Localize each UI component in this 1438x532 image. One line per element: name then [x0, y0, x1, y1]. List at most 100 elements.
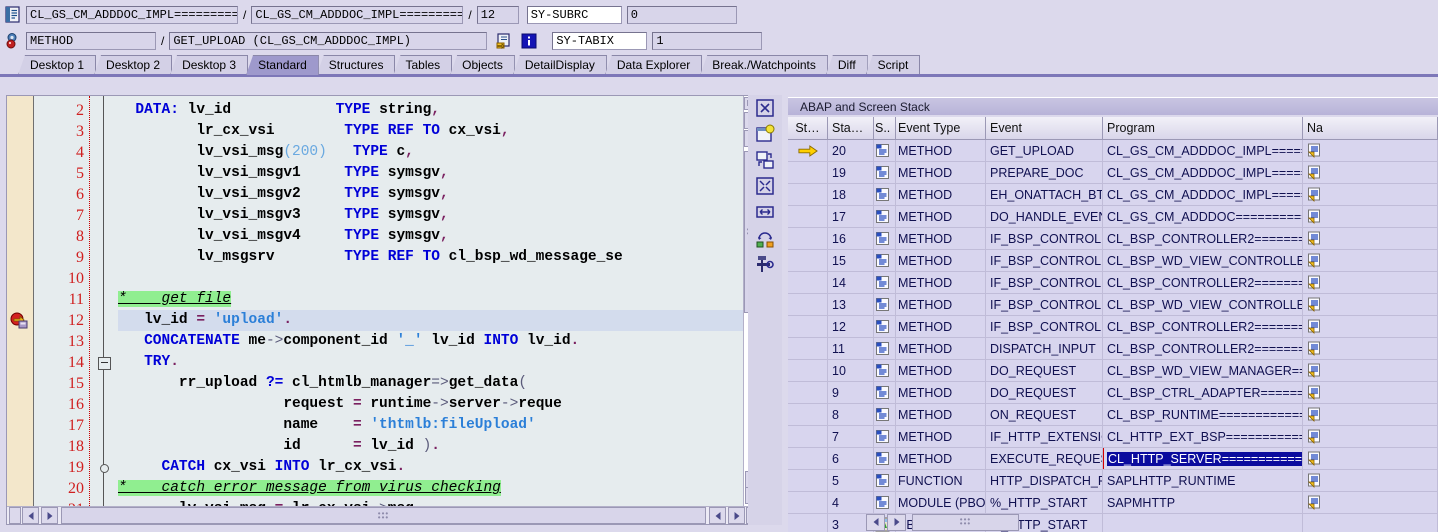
- stack-column-header[interactable]: Event Type: [896, 117, 986, 139]
- code-line[interactable]: lv_vsi_msgv2 TYPE symsgv,: [118, 184, 448, 205]
- resize-width-icon[interactable]: [754, 201, 776, 223]
- stack-navigate-icon[interactable]: [1303, 426, 1438, 447]
- tab-desktop-3[interactable]: Desktop 3: [170, 55, 249, 75]
- stack-column-header[interactable]: Na: [1303, 117, 1438, 139]
- stack-navigate-icon[interactable]: [1303, 338, 1438, 359]
- code-line[interactable]: name = 'thtmlb:fileUpload': [118, 415, 535, 436]
- new-window-icon[interactable]: [754, 123, 776, 145]
- hscroll-right-button[interactable]: [41, 507, 58, 524]
- stack-table-row[interactable]: 20 METHOD GET_UPLOAD CL_GS_CM_ADDDOC_IMPL=…: [788, 140, 1438, 162]
- stack-program-name[interactable]: CL_GS_CM_ADDDOC_IMPL=========CP: [1103, 140, 1303, 161]
- tab-objects[interactable]: Objects: [450, 55, 515, 75]
- stack-navigate-icon[interactable]: [1303, 470, 1438, 491]
- stack-table-row[interactable]: 10 METHOD DO_REQUEST CL_BSP_WD_VIEW_MANAGE…: [788, 360, 1438, 382]
- fold-end-dot[interactable]: [100, 464, 109, 473]
- stack-program-name[interactable]: CL_BSP_CTRL_ADAPTER==========CP: [1103, 382, 1303, 403]
- hscroll-left-button-2[interactable]: [709, 507, 726, 524]
- code-line[interactable]: id = lv_id ).: [118, 436, 440, 457]
- stack-program-name[interactable]: CL_BSP_CONTROLLER2==========CP: [1103, 228, 1303, 249]
- stack-program-name[interactable]: CL_GS_CM_ADDDOC_IMPL=========CP: [1103, 184, 1303, 205]
- tab-standard[interactable]: Standard: [246, 55, 319, 75]
- include-name-field[interactable]: CL_GS_CM_ADDDOC_IMPL=========…: [251, 5, 464, 24]
- code-line[interactable]: lv_vsi_msg(200) TYPE c,: [118, 142, 414, 163]
- code-line[interactable]: request = runtime->server->reque: [118, 394, 562, 415]
- tab-script[interactable]: Script: [865, 55, 921, 75]
- code-line[interactable]: * get file: [118, 289, 232, 310]
- stack-column-header[interactable]: Sta…: [828, 117, 874, 139]
- tab-tables[interactable]: Tables: [393, 55, 453, 75]
- stack-scroll-left-button[interactable]: [866, 513, 885, 531]
- stack-navigate-icon[interactable]: [1303, 272, 1438, 293]
- tab-break-watchpoints[interactable]: Break./Watchpoints: [700, 55, 828, 75]
- stack-column-header[interactable]: St…: [788, 117, 828, 139]
- stack-program-name[interactable]: CL_BSP_WD_VIEW_CONTROLLER=====CP: [1103, 294, 1303, 315]
- stack-table-body[interactable]: 20 METHOD GET_UPLOAD CL_GS_CM_ADDDOC_IMPL=…: [788, 140, 1438, 532]
- event-name-field[interactable]: GET_UPLOAD (CL_GS_CM_ADDDOC_IMPL): [169, 31, 488, 50]
- code-line[interactable]: lv_msgsrv TYPE REF TO cl_bsp_wd_message_…: [118, 247, 622, 268]
- stack-program-name[interactable]: CL_BSP_RUNTIME==============CP: [1103, 404, 1303, 425]
- stack-navigate-icon[interactable]: [1303, 448, 1438, 469]
- swap-icon[interactable]: [754, 227, 776, 249]
- stack-navigate-icon[interactable]: [1303, 404, 1438, 425]
- stack-program-name[interactable]: CL_BSP_WD_VIEW_MANAGER========CP: [1103, 360, 1303, 381]
- breakpoint-gutter[interactable]: [7, 96, 34, 524]
- stack-table-row[interactable]: 6 METHODEXECUTE_REQUEST CL_HTTP_SERVER===…: [788, 448, 1438, 470]
- code-folding-gutter[interactable]: [90, 96, 118, 524]
- stack-table-row[interactable]: 7 METHODIF_HTTP_EXTENSION~H…CL_HTTP_EXT_…: [788, 426, 1438, 448]
- sy-tabix-label[interactable]: SY-TABIX: [552, 31, 648, 50]
- stack-table-row[interactable]: 18 METHOD EH_ONATTACH_BTN CL_GS_CM_ADDDOC_…: [788, 184, 1438, 206]
- code-line[interactable]: lv_vsi_msgv4 TYPE symsgv,: [118, 226, 448, 247]
- stack-program-name[interactable]: CL_HTTP_SERVER===============CP: [1103, 448, 1303, 469]
- info-icon[interactable]: [520, 32, 538, 50]
- source-code-viewer[interactable]: 23456789101112131415161718192021 DATA: l…: [6, 95, 762, 525]
- code-line[interactable]: * catch error message from virus checkin…: [118, 478, 501, 499]
- hscroll-left-marker[interactable]: [9, 507, 21, 524]
- stack-navigate-icon[interactable]: [1303, 228, 1438, 249]
- code-line[interactable]: lv_vsi_msgv3 TYPE symsgv,: [118, 205, 448, 226]
- program-name-field[interactable]: CL_GS_CM_ADDDOC_IMPL=========…: [26, 5, 238, 24]
- stack-table-row[interactable]: 12 METHODIF_BSP_CONTROLLER~H…CL_BSP_CONT…: [788, 316, 1438, 338]
- line-number-field[interactable]: 12: [476, 5, 519, 24]
- stack-table-row[interactable]: 5 FUNCTIONHTTP_DISPATCH_REQU…SAPLHTTP_RU…: [788, 470, 1438, 492]
- sy-subrc-label[interactable]: SY-SUBRC: [526, 5, 622, 24]
- event-type-field[interactable]: METHOD: [26, 31, 156, 50]
- stack-table[interactable]: St… Sta… S.. Event Type Event Program Na 20 ME…: [788, 117, 1438, 532]
- stack-table-row[interactable]: 11 METHOD DISPATCH_INPUT CL_BSP_CONTROLLER…: [788, 338, 1438, 360]
- tab-desktop-1[interactable]: Desktop 1: [18, 55, 97, 75]
- code-line[interactable]: lr_cx_vsi TYPE REF TO cx_vsi,: [118, 121, 509, 142]
- stack-table-row[interactable]: 8 METHOD ON_REQUEST CL_BSP_RUNTIME========…: [788, 404, 1438, 426]
- stack-navigate-icon[interactable]: [1303, 140, 1438, 161]
- fullscreen-icon[interactable]: [754, 97, 776, 119]
- stack-table-row[interactable]: 19 METHOD PREPARE_DOC CL_GS_CM_ADDDOC_IMPL…: [788, 162, 1438, 184]
- stack-scroll-right-button[interactable]: [887, 513, 906, 531]
- stack-table-row[interactable]: 15 METHODIF_BSP_CONTROLLER~H…CL_BSP_WD_V…: [788, 250, 1438, 272]
- stack-column-header[interactable]: Program: [1103, 117, 1303, 139]
- code-line[interactable]: TRY.: [118, 352, 179, 373]
- stack-hscroll-thumb[interactable]: ••• •••: [912, 513, 1019, 531]
- stack-program-name[interactable]: CL_HTTP_EXT_BSP=============CP: [1103, 426, 1303, 447]
- hscroll-left-button[interactable]: [22, 507, 39, 524]
- detach-window-icon[interactable]: [754, 149, 776, 171]
- stack-table-row[interactable]: 4 MODULE (PBO) %_HTTP_START SAPMHTTP: [788, 492, 1438, 514]
- stack-program-name[interactable]: CL_BSP_CONTROLLER2==========CP: [1103, 316, 1303, 337]
- expand-all-icon[interactable]: [754, 175, 776, 197]
- tab-diff[interactable]: Diff: [825, 55, 868, 75]
- stack-navigate-icon[interactable]: [1303, 206, 1438, 227]
- tab-structures[interactable]: Structures: [316, 55, 396, 75]
- stack-navigate-icon[interactable]: [1303, 316, 1438, 337]
- stack-table-row[interactable]: 9 METHOD DO_REQUEST CL_BSP_CTRL_ADAPTER===…: [788, 382, 1438, 404]
- goto-source-icon[interactable]: [495, 32, 513, 50]
- stack-program-name[interactable]: SAPMHTTP: [1103, 492, 1303, 513]
- stack-column-header[interactable]: S..: [874, 117, 896, 139]
- code-line[interactable]: lv_vsi_msgv1 TYPE symsgv,: [118, 163, 448, 184]
- stack-table-row[interactable]: 16 METHODIF_BSP_CONTROLLER~H…CL_BSP_CONT…: [788, 228, 1438, 250]
- stack-program-name[interactable]: SAPLHTTP_RUNTIME: [1103, 470, 1303, 491]
- stack-column-header[interactable]: Event: [986, 117, 1103, 139]
- stack-table-row[interactable]: 13 METHODIF_BSP_CONTROLLER~H…CL_BSP_WD_V…: [788, 294, 1438, 316]
- code-text-area[interactable]: DATA: lv_id TYPE string, lr_cx_vsi TYPE …: [118, 96, 761, 524]
- settings-tool-icon[interactable]: [754, 253, 776, 275]
- tab-desktop-2[interactable]: Desktop 2: [94, 55, 173, 75]
- stack-program-name[interactable]: CL_GS_CM_ADDDOC_IMPL=========CP: [1103, 162, 1303, 183]
- stack-navigate-icon[interactable]: [1303, 184, 1438, 205]
- stack-navigate-icon[interactable]: [1303, 492, 1438, 513]
